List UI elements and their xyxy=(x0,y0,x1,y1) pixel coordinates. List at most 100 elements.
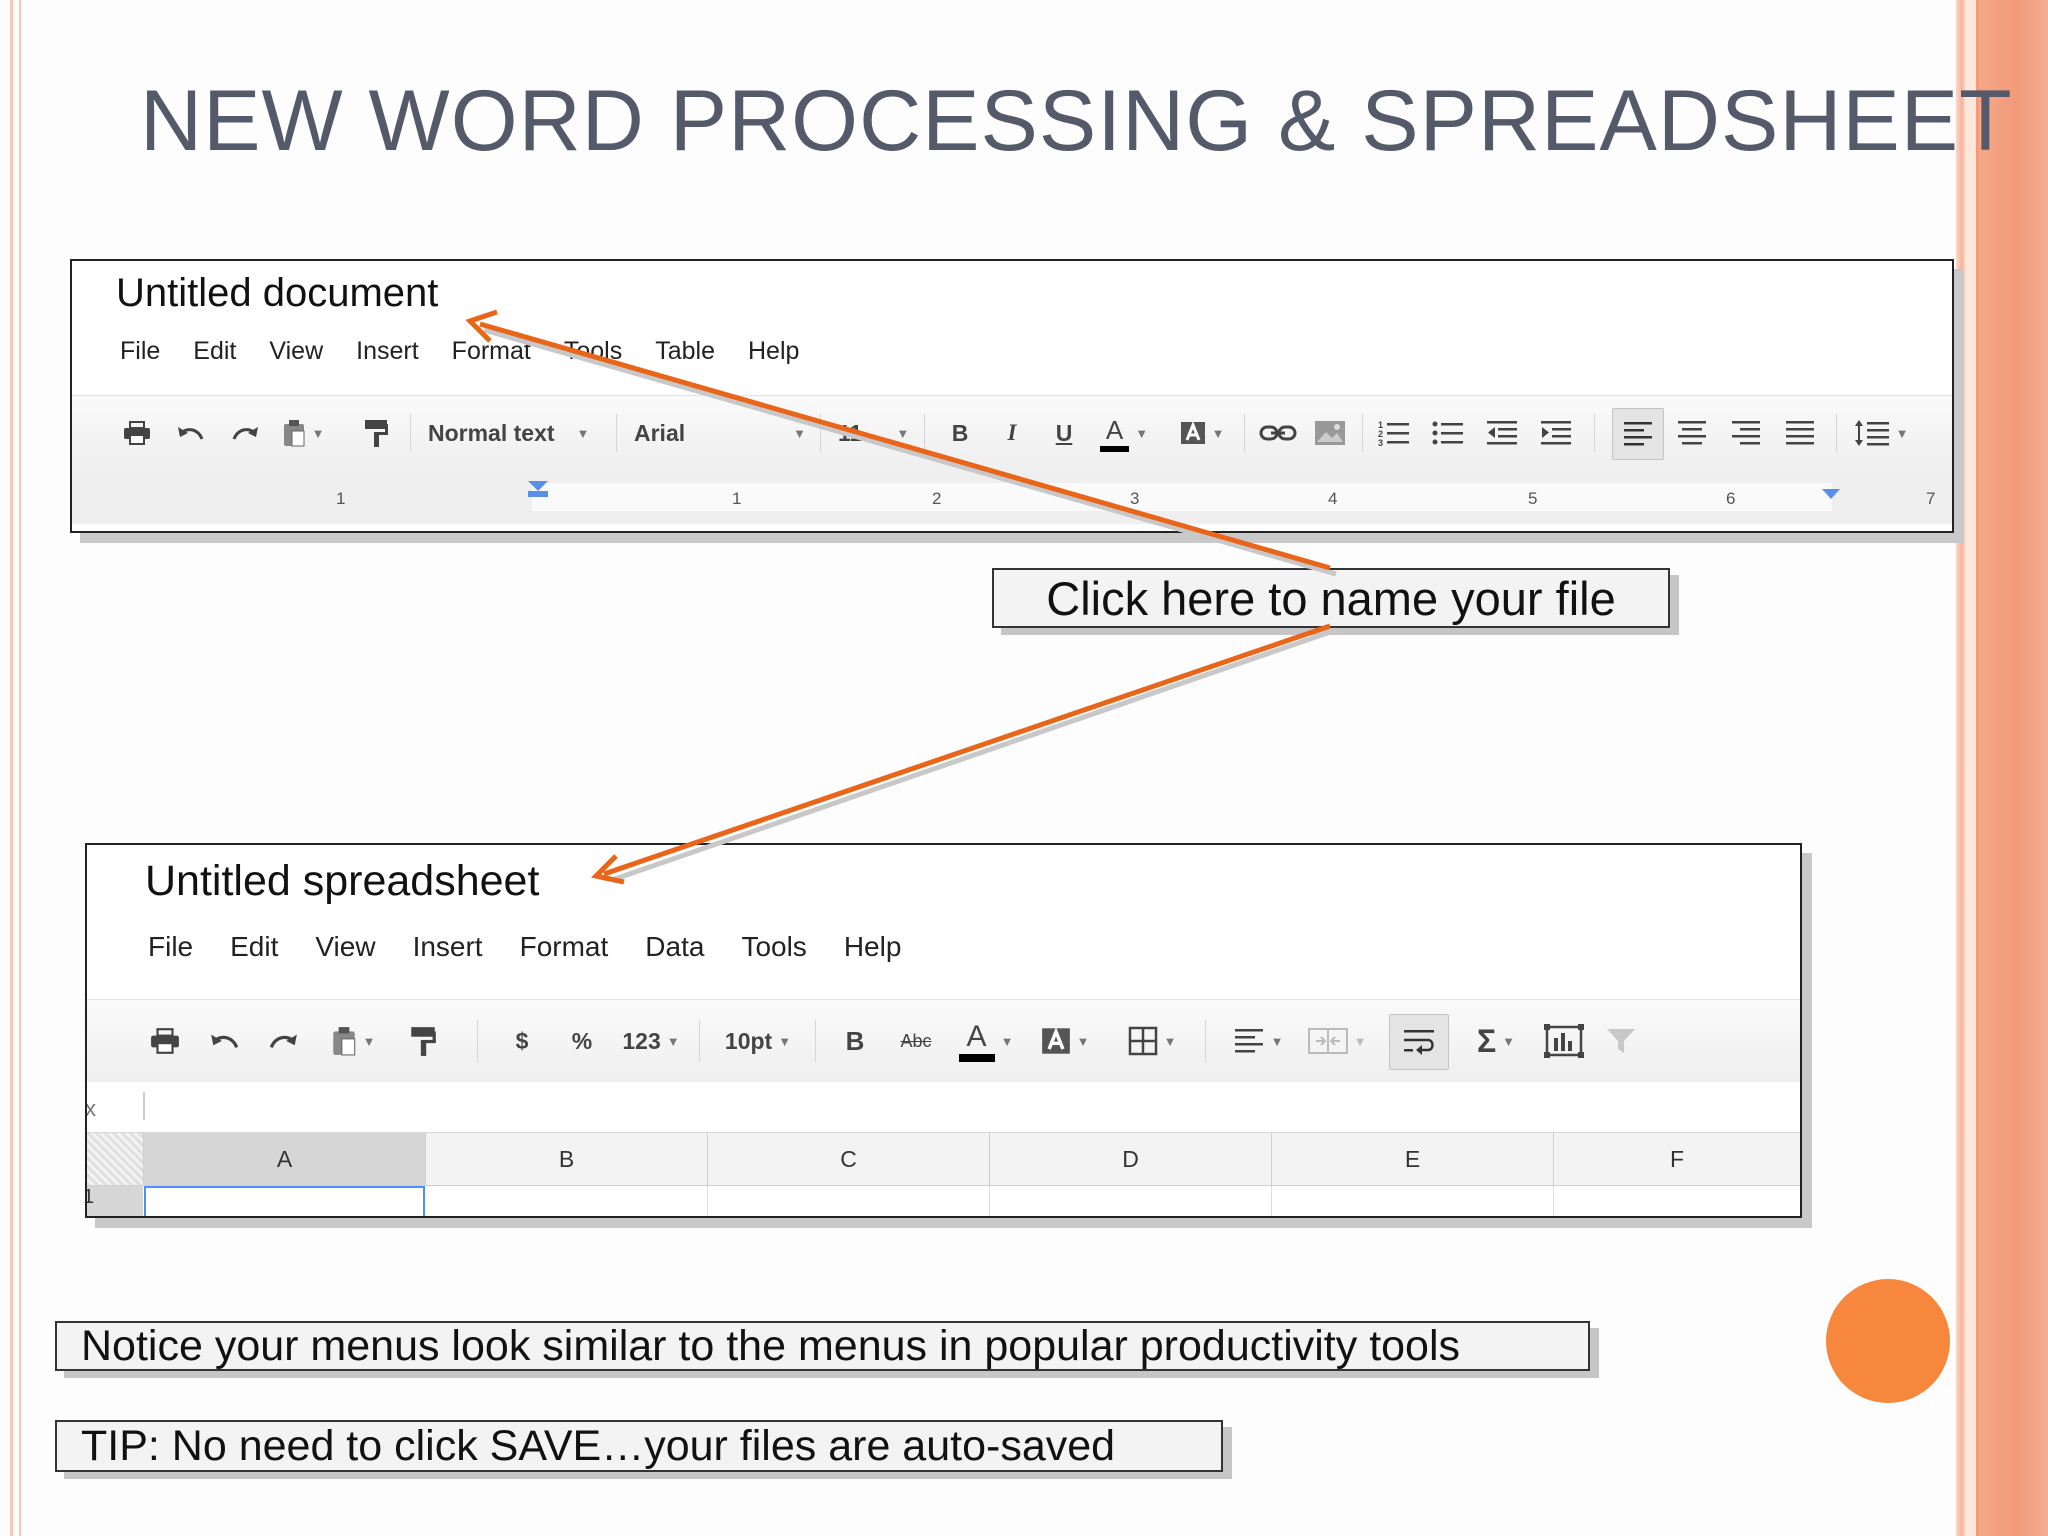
borders-icon[interactable]: ▼ xyxy=(1117,1000,1187,1082)
docs-screenshot: Untitled document File Edit View Insert … xyxy=(70,259,1954,533)
toolbar-separator xyxy=(820,413,821,453)
functions-button[interactable]: Σ ▼ xyxy=(1461,1000,1531,1082)
paste-icon[interactable]: ▼ xyxy=(280,396,326,470)
bold-button[interactable]: B xyxy=(835,1000,875,1082)
doc-menu-format[interactable]: Format xyxy=(452,337,531,366)
sheet-toolbar: ▼ $ % 123 ▼ 10pt ▼ B Abc A ▼ ▼ ▼ ▼ ▼ Σ ▼ xyxy=(87,999,1800,1083)
sheet-menu-view[interactable]: View xyxy=(315,931,375,963)
paint-format-icon[interactable] xyxy=(360,396,392,470)
ruler-number: 6 xyxy=(1726,489,1736,508)
font-select-value: Arial xyxy=(634,419,686,446)
number-format-select[interactable]: 123 ▼ xyxy=(615,1000,687,1082)
align-right-icon[interactable] xyxy=(1724,396,1768,470)
doc-menu-insert[interactable]: Insert xyxy=(356,337,419,366)
wrap-text-icon[interactable] xyxy=(1389,1014,1449,1070)
sheet-menu-file[interactable]: File xyxy=(148,931,193,963)
formula-fx-label: x xyxy=(85,1096,96,1121)
print-icon[interactable] xyxy=(120,396,154,470)
fill-color-icon[interactable]: ▼ xyxy=(1031,1000,1099,1082)
sheet-menu-edit[interactable]: Edit xyxy=(230,931,278,963)
align-left-icon[interactable] xyxy=(1612,408,1664,460)
font-size-select[interactable]: 10pt ▼ xyxy=(713,1000,803,1082)
row-number: 1 xyxy=(87,1186,94,1209)
sheet-menu-format[interactable]: Format xyxy=(520,931,609,963)
sheet-menu-help[interactable]: Help xyxy=(844,931,902,963)
cell-b1[interactable] xyxy=(426,1186,708,1216)
insert-chart-icon[interactable] xyxy=(1539,1000,1589,1082)
doc-menu-table[interactable]: Table xyxy=(655,337,715,366)
select-all-corner[interactable] xyxy=(87,1133,144,1185)
toolbar-separator xyxy=(924,413,925,453)
doc-menu-tools[interactable]: Tools xyxy=(564,337,622,366)
doc-title[interactable]: Untitled document xyxy=(116,271,438,316)
filter-icon[interactable] xyxy=(1601,1000,1641,1082)
sheet-menu-insert[interactable]: Insert xyxy=(413,931,483,963)
doc-menu-file[interactable]: File xyxy=(120,337,160,366)
column-header-c[interactable]: C xyxy=(708,1133,990,1185)
merge-cells-icon[interactable]: ▼ xyxy=(1303,1000,1371,1082)
column-header-e[interactable]: E xyxy=(1272,1133,1554,1185)
toolbar-separator xyxy=(1362,413,1363,453)
doc-menu-edit[interactable]: Edit xyxy=(193,337,236,366)
right-indent-marker[interactable] xyxy=(1822,489,1840,499)
undo-icon[interactable] xyxy=(174,396,208,470)
style-select[interactable]: Normal text ▼ xyxy=(428,396,608,470)
formula-bar[interactable]: x xyxy=(87,1082,1800,1133)
redo-icon[interactable] xyxy=(228,396,262,470)
decrease-indent-icon[interactable] xyxy=(1480,396,1524,470)
currency-format-button[interactable]: $ xyxy=(507,1000,537,1082)
align-center-icon[interactable] xyxy=(1670,396,1714,470)
numbered-list-icon[interactable]: 123 xyxy=(1372,396,1416,470)
decorative-orange-circle xyxy=(1826,1279,1950,1403)
text-color-button[interactable]: A ▼ xyxy=(1092,396,1156,470)
bold-button[interactable]: B xyxy=(940,396,980,470)
increase-indent-icon[interactable] xyxy=(1534,396,1578,470)
strikethrough-button[interactable]: Abc xyxy=(891,1000,941,1082)
left-indent-marker[interactable] xyxy=(528,481,548,491)
horizontal-align-icon[interactable]: ▼ xyxy=(1223,1000,1293,1082)
image-icon[interactable] xyxy=(1310,396,1350,470)
column-header-a[interactable]: A xyxy=(144,1133,426,1185)
doc-menu-view[interactable]: View xyxy=(269,337,323,366)
font-size-select[interactable]: 11 ▼ xyxy=(838,396,918,470)
italic-button[interactable]: I xyxy=(992,396,1032,470)
bulleted-list-icon[interactable] xyxy=(1426,396,1470,470)
first-line-indent-marker[interactable] xyxy=(528,491,548,497)
cell-f1[interactable] xyxy=(1554,1186,1800,1216)
number-format-value: 123 xyxy=(622,1027,661,1054)
column-header-d[interactable]: D xyxy=(990,1133,1272,1185)
paint-format-icon[interactable] xyxy=(405,1000,441,1082)
text-color-button[interactable]: A ▼ xyxy=(949,1000,1023,1082)
percent-format-button[interactable]: % xyxy=(565,1000,599,1082)
sheet-menubar: File Edit View Insert Format Data Tools … xyxy=(148,931,901,963)
align-justify-icon[interactable] xyxy=(1778,396,1822,470)
callout-menus-notice-text: Notice your menus look similar to the me… xyxy=(81,1321,1461,1370)
row-header-1[interactable]: 1 xyxy=(87,1186,143,1216)
ruler-number: 4 xyxy=(1328,489,1338,508)
sheet-menu-tools[interactable]: Tools xyxy=(741,931,806,963)
paste-icon[interactable]: ▼ xyxy=(323,1000,383,1082)
toolbar-separator xyxy=(1205,1019,1206,1063)
sheet-menu-data[interactable]: Data xyxy=(645,931,704,963)
cell-d1[interactable] xyxy=(990,1186,1272,1216)
cell-e1[interactable] xyxy=(1272,1186,1554,1216)
font-select[interactable]: Arial ▼ xyxy=(634,396,814,470)
column-header-f[interactable]: F xyxy=(1554,1133,1800,1185)
link-icon[interactable] xyxy=(1256,396,1300,470)
doc-menu-help[interactable]: Help xyxy=(748,337,799,366)
print-icon[interactable] xyxy=(147,1000,183,1082)
cell-c1[interactable] xyxy=(708,1186,990,1216)
highlight-color-icon[interactable]: ▼ xyxy=(1170,396,1234,470)
undo-icon[interactable] xyxy=(207,1000,243,1082)
underline-button[interactable]: U xyxy=(1044,396,1084,470)
slide-right-band xyxy=(1956,0,2048,1536)
column-header-b[interactable]: B xyxy=(426,1133,708,1185)
line-spacing-icon[interactable]: ▼ xyxy=(1846,396,1916,470)
redo-icon[interactable] xyxy=(265,1000,301,1082)
toolbar-separator xyxy=(410,413,411,453)
sheet-title[interactable]: Untitled spreadsheet xyxy=(145,857,539,906)
text-color-letter: A xyxy=(1099,415,1130,452)
style-select-value: Normal text xyxy=(428,419,555,446)
cell-a1[interactable] xyxy=(144,1186,425,1216)
font-size-value: 10pt xyxy=(724,1027,773,1054)
